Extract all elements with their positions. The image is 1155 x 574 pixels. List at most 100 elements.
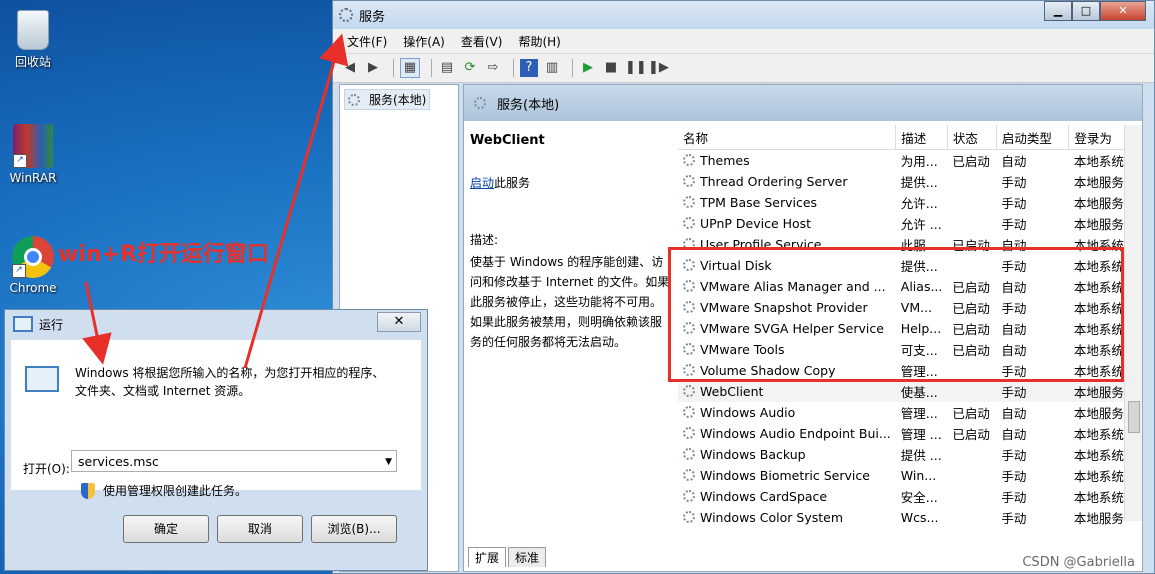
services-titlebar[interactable]: 服务 ▁ □ ✕	[333, 1, 1154, 29]
help-icon[interactable]: ?	[520, 59, 538, 77]
cell-description: Win...	[896, 465, 948, 486]
cell-startup-type: 手动	[996, 486, 1069, 507]
tab-extended[interactable]: 扩展	[468, 547, 507, 567]
cell-text: 本地系统	[1073, 154, 1124, 169]
table-row[interactable]: Windows Biometric Service Win... 手动 本地系统	[678, 465, 1142, 486]
cell-text: 管理...	[900, 406, 938, 421]
gear-icon	[683, 175, 695, 187]
cell-text: Windows CardSpace	[700, 489, 828, 504]
table-row[interactable]: Themes 为用... 已启动 自动 本地系统	[678, 150, 1142, 172]
export-list-icon[interactable]: ⇨	[484, 59, 502, 77]
gear-icon	[683, 196, 695, 208]
admin-note-text: 使用管理权限创建此任务。	[103, 484, 248, 498]
table-row[interactable]: Windows CardSpace 安全... 手动 本地系统	[678, 486, 1142, 507]
cell-startup-type: 手动	[996, 444, 1069, 465]
column-header-name[interactable]: 名称	[678, 125, 897, 150]
cell-text: Windows Audio Endpoint Bui...	[700, 426, 891, 441]
gear-icon	[683, 427, 695, 439]
cell-text: TPM Base Services	[700, 195, 818, 210]
table-row[interactable]: UPnP Device Host 允许 ... 手动 本地服务	[678, 213, 1142, 234]
forward-arrow-icon[interactable]: ▶	[364, 59, 382, 77]
pane-header-title: 服务(本地)	[497, 97, 560, 113]
gear-icon	[683, 511, 695, 523]
table-row[interactable]: Windows Backup 提供 ... 手动 本地系统	[678, 444, 1142, 465]
desktop-icon-recycle-bin[interactable]: 回收站	[1, 6, 65, 70]
show-pane-icon[interactable]: ▥	[543, 59, 561, 77]
menu-file[interactable]: 文件(F)	[347, 33, 387, 50]
description-label: 描述:	[470, 233, 499, 247]
table-row[interactable]: Thread Ordering Server 提供... 手动 本地服务	[678, 171, 1142, 192]
description-text: 使基于 Windows 的程序能创建、访问和修改基于 Internet 的文件。…	[470, 255, 670, 349]
window-title: 服务	[359, 9, 386, 25]
restart-service-icon[interactable]: ❚▶	[648, 59, 669, 77]
scrollbar-thumb[interactable]	[1128, 401, 1140, 433]
cell-text: Windows Audio	[700, 405, 796, 420]
tree-item-services-local[interactable]: 服务(本地)	[344, 89, 431, 110]
cell-startup-type: 手动	[996, 192, 1069, 213]
tab-standard[interactable]: 标准	[508, 547, 547, 567]
ok-button[interactable]: 确定	[123, 515, 209, 543]
cell-startup-type: 手动	[996, 465, 1069, 486]
cell-status: 已启动	[947, 423, 996, 444]
cell-startup-type: 自动	[996, 423, 1069, 444]
cell-status	[947, 381, 997, 402]
start-service-link[interactable]: 启动	[470, 176, 494, 190]
column-header-description[interactable]: 描述	[895, 125, 948, 150]
column-header-startup-type[interactable]: 启动类型	[996, 125, 1070, 150]
gear-icon	[683, 490, 695, 502]
cell-text: 提供 ...	[900, 448, 942, 463]
cancel-button[interactable]: 取消	[217, 515, 303, 543]
cell-description: 为用...	[896, 150, 948, 172]
menu-action[interactable]: 操作(A)	[403, 33, 445, 50]
cell-startup-type: 手动	[996, 213, 1069, 234]
table-row[interactable]: TPM Base Services 允许... 手动 本地服务	[678, 192, 1142, 213]
cell-text: Windows Color System	[700, 510, 843, 525]
desktop-icon-chrome[interactable]: ↗ Chrome	[1, 236, 65, 295]
cell-text: Windows Backup	[700, 447, 806, 462]
start-service-line: 启动此服务	[470, 174, 670, 191]
back-arrow-icon[interactable]: ◀	[341, 59, 359, 77]
cell-text: 为用...	[900, 154, 938, 169]
close-button[interactable]: ✕	[1100, 1, 1146, 21]
cell-text: 本地系统	[1073, 427, 1124, 442]
cell-description: Wcs...	[896, 507, 948, 528]
column-header-status[interactable]: 状态	[947, 125, 997, 150]
gear-icon	[683, 469, 695, 481]
recycle-bin-icon	[17, 10, 49, 50]
vertical-scrollbar[interactable]	[1124, 125, 1142, 521]
table-row[interactable]: Windows Audio Endpoint Bui... 管理 ... 已启动 自动…	[678, 423, 1142, 444]
properties-icon[interactable]: ▤	[438, 59, 456, 77]
cell-name: Thread Ordering Server	[678, 171, 896, 192]
run-close-button[interactable]: ✕	[377, 312, 421, 332]
run-command-input[interactable]: services.msc ▼	[71, 450, 397, 472]
minimize-button[interactable]: ▁	[1044, 1, 1072, 21]
open-label: 打开(O):	[23, 462, 70, 476]
desktop-icon-winrar[interactable]: ↗ WinRAR	[1, 124, 65, 185]
table-row[interactable]: Windows Audio 管理... 已启动 自动 本地服务	[678, 402, 1142, 423]
start-service-icon[interactable]: ▶	[579, 59, 597, 77]
cell-name: UPnP Device Host	[678, 213, 896, 234]
menu-view[interactable]: 查看(V)	[461, 33, 503, 50]
maximize-button[interactable]: □	[1072, 1, 1100, 21]
cell-text: 手动	[1001, 511, 1027, 526]
cell-text: 本地系统	[1073, 490, 1124, 505]
toolbar-divider	[572, 59, 573, 77]
console-tree-icon[interactable]: ▦	[400, 58, 420, 78]
menu-help[interactable]: 帮助(H)	[518, 33, 560, 50]
cell-text: 本地服务	[1073, 385, 1124, 400]
cell-text: 自动	[1001, 154, 1027, 169]
stop-service-icon[interactable]: ■	[602, 59, 620, 77]
cell-text: 使基...	[900, 385, 938, 400]
table-row[interactable]: WebClient 使基... 手动 本地服务	[678, 381, 1142, 402]
table-row[interactable]: Windows Color System Wcs... 手动 本地服务	[678, 507, 1142, 528]
refresh-icon[interactable]: ⟳	[461, 59, 479, 77]
run-titlebar[interactable]: 运行	[5, 310, 427, 338]
cell-text: Win...	[900, 468, 937, 483]
cell-name: Themes	[678, 150, 896, 172]
cell-name: Windows CardSpace	[678, 486, 896, 507]
pause-service-icon[interactable]: ❚❚	[625, 59, 647, 77]
dropdown-arrow-icon[interactable]: ▼	[385, 451, 392, 473]
browse-button[interactable]: 浏览(B)...	[311, 515, 397, 543]
cell-name: Windows Color System	[678, 507, 896, 528]
cell-name: Windows Audio	[678, 402, 896, 423]
